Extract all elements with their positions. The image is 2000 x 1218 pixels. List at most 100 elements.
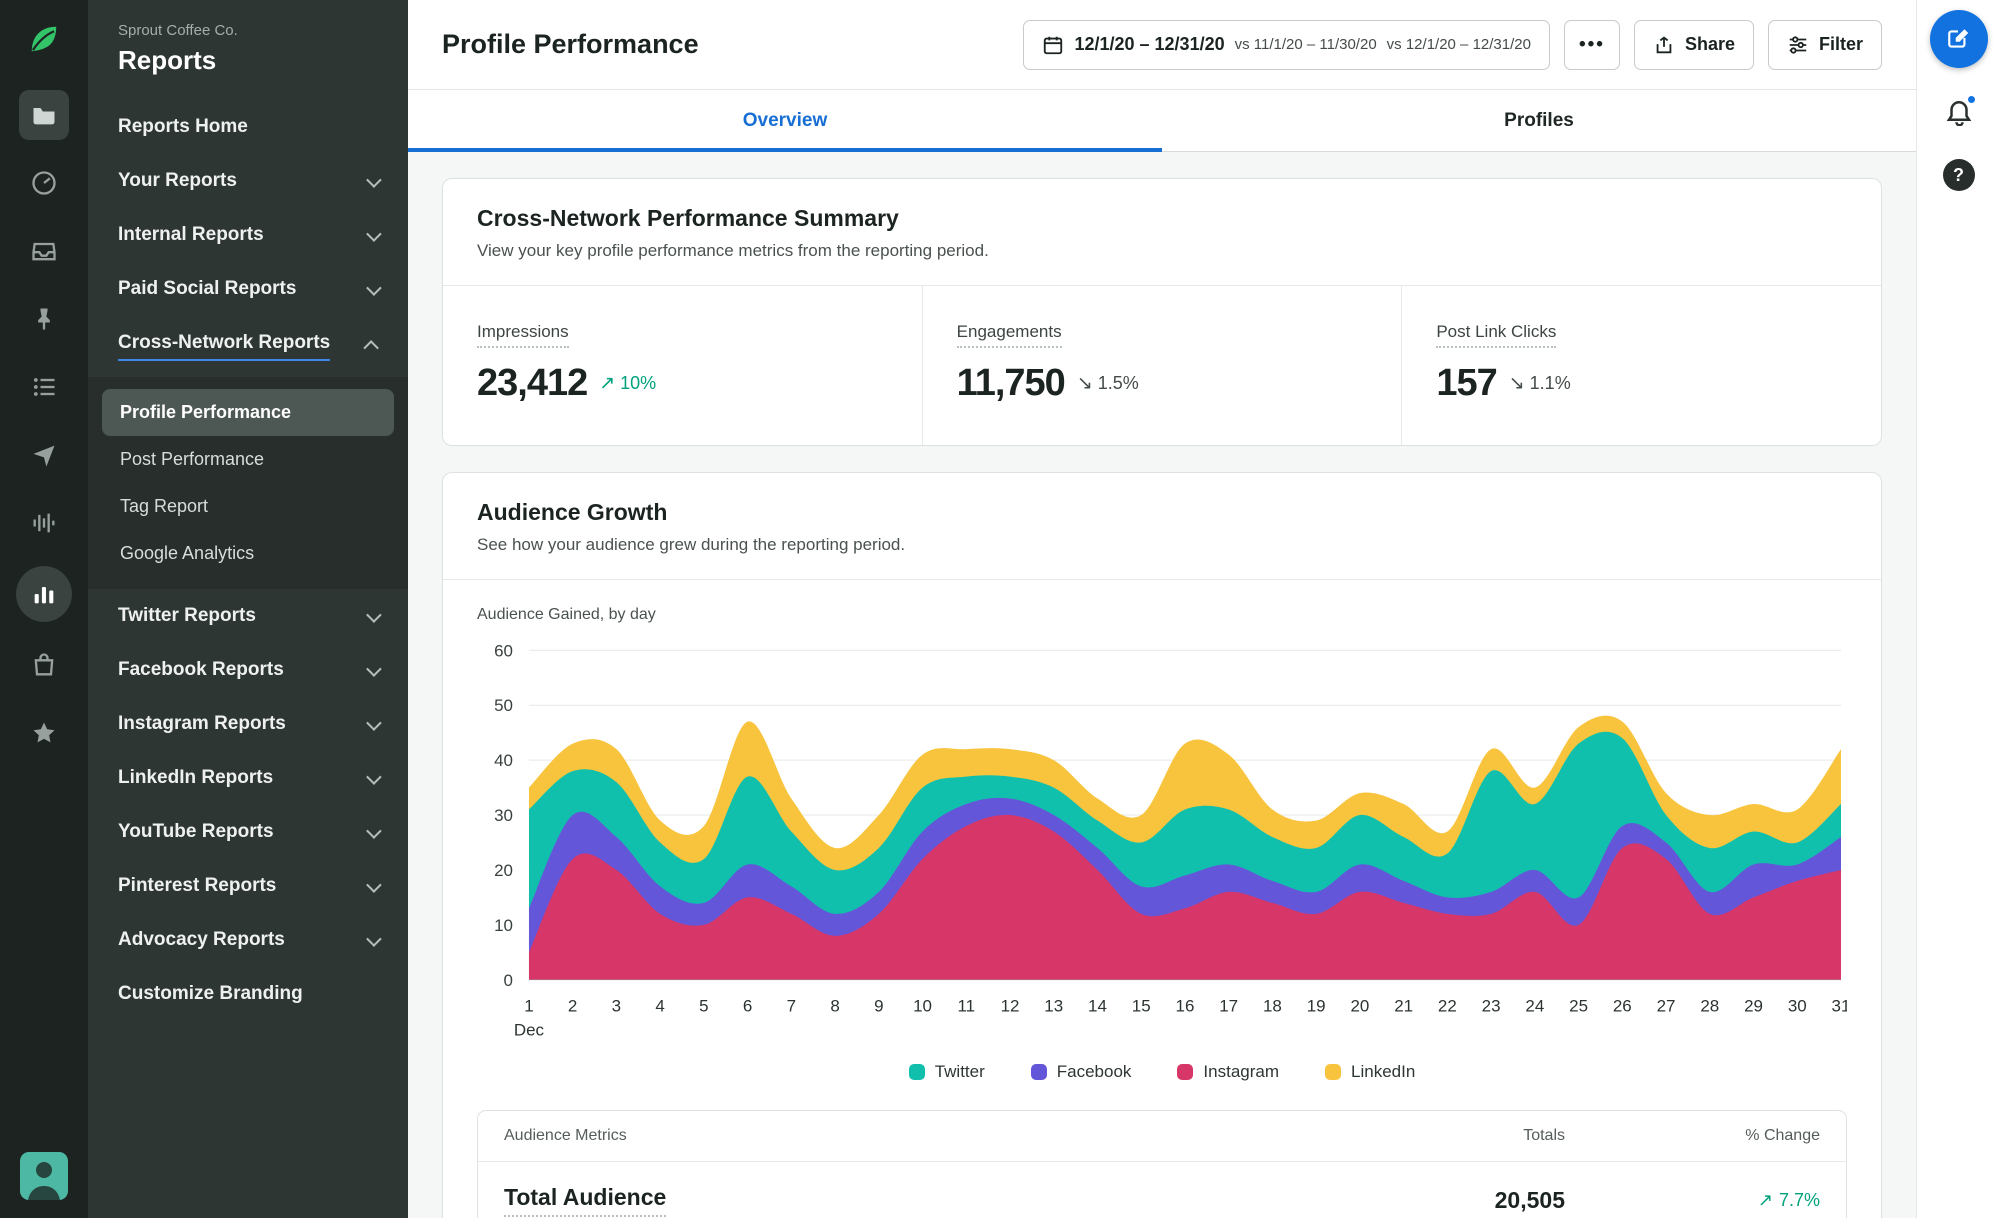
legend-item-instagram[interactable]: Instagram xyxy=(1177,1062,1279,1082)
bag-icon xyxy=(34,653,54,676)
table-header-totals: Totals xyxy=(1523,1127,1565,1144)
metric-label[interactable]: Post Link Clicks xyxy=(1436,322,1557,348)
chevron-up-icon xyxy=(363,340,379,356)
tab-overview[interactable]: Overview xyxy=(408,90,1162,152)
sidebar-item-label: Customize Branding xyxy=(118,983,303,1004)
sidebar-item-internal-reports[interactable]: Internal Reports xyxy=(88,208,408,262)
rail-list-button[interactable] xyxy=(19,362,69,412)
sidebar-item-label: Advocacy Reports xyxy=(118,929,285,950)
sidebar-subitem-tag-report[interactable]: Tag Report xyxy=(102,483,394,530)
metric-value: 23,412 xyxy=(477,362,588,404)
report-tabs: Overview Profiles xyxy=(408,90,1916,152)
sidebar-item-label: LinkedIn Reports xyxy=(118,767,274,788)
audience-growth-header: Audience Growth See how your audience gr… xyxy=(443,473,1881,580)
compose-pencil-icon xyxy=(1947,29,1968,48)
sidebar-subitem-profile-performance[interactable]: Profile Performance xyxy=(102,389,394,436)
main-panel: Profile Performance 12/1/20 – 12/31/20 v… xyxy=(408,0,1916,1218)
date-range-compare-2: vs 12/1/20 – 12/31/20 xyxy=(1386,36,1531,53)
chevron-down-icon xyxy=(366,822,382,839)
rail-reviews-button[interactable] xyxy=(19,708,69,758)
pin-icon xyxy=(38,308,50,330)
legend-item-twitter[interactable]: Twitter xyxy=(908,1062,985,1082)
calendar-icon xyxy=(1044,36,1063,54)
compose-button[interactable] xyxy=(1929,10,1988,68)
rail-folder-button[interactable] xyxy=(19,90,69,140)
rail-inbox-button[interactable] xyxy=(19,226,69,276)
chevron-down-icon xyxy=(366,714,382,731)
inbox-icon xyxy=(32,242,56,261)
subitem-label: Google Analytics xyxy=(120,543,255,563)
star-icon xyxy=(33,722,55,743)
date-range-compare-1: vs 11/1/20 – 11/30/20 xyxy=(1234,36,1377,53)
sprout-logo[interactable] xyxy=(21,16,67,62)
filter-button[interactable]: Filter xyxy=(1767,19,1882,70)
share-button[interactable]: Share xyxy=(1633,19,1754,70)
svg-text:30: 30 xyxy=(494,806,513,825)
svg-text:31: 31 xyxy=(1832,997,1847,1016)
user-avatar[interactable] xyxy=(20,1152,68,1200)
rail-reports-button[interactable] xyxy=(16,566,72,622)
sidebar-item-customize-branding[interactable]: Customize Branding xyxy=(88,967,408,1021)
notifications-button[interactable] xyxy=(1944,94,1977,131)
legend-item-linkedin[interactable]: LinkedIn xyxy=(1325,1062,1415,1082)
sidebar-item-youtube-reports[interactable]: YouTube Reports xyxy=(88,805,408,859)
filter-icon xyxy=(1789,35,1807,54)
total-audience-label[interactable]: Total Audience xyxy=(504,1184,667,1217)
sidebar-item-reports-home[interactable]: Reports Home xyxy=(88,100,408,154)
sprout-leaf-icon xyxy=(31,26,57,52)
help-button[interactable]: ? xyxy=(1942,159,1975,191)
svg-text:11: 11 xyxy=(957,997,975,1016)
date-range-button[interactable]: 12/1/20 – 12/31/20 vs 11/1/20 – 11/30/20… xyxy=(1023,19,1550,70)
folder-icon xyxy=(33,108,55,125)
svg-text:20: 20 xyxy=(494,861,513,880)
metric-label[interactable]: Engagements xyxy=(956,322,1062,348)
sidebar-title: Reports xyxy=(118,45,217,75)
rail-commerce-button[interactable] xyxy=(19,640,69,690)
rail-pin-button[interactable] xyxy=(19,294,69,344)
chevron-down-icon xyxy=(366,930,382,947)
metric-label[interactable]: Impressions xyxy=(477,322,569,348)
company-name: Sprout Coffee Co. xyxy=(118,22,238,39)
rail-listening-button[interactable] xyxy=(19,498,69,548)
svg-text:24: 24 xyxy=(1525,997,1544,1016)
header-actions: 12/1/20 – 12/31/20 vs 11/1/20 – 11/30/20… xyxy=(1023,19,1882,70)
svg-text:40: 40 xyxy=(494,751,513,770)
ellipsis-icon: ••• xyxy=(1578,33,1605,55)
app-icon-rail xyxy=(0,0,88,1218)
sidebar-item-twitter-reports[interactable]: Twitter Reports xyxy=(88,589,408,643)
sidebar-item-facebook-reports[interactable]: Facebook Reports xyxy=(88,643,408,697)
audience-growth-subtitle: See how your audience grew during the re… xyxy=(477,535,906,554)
svg-text:50: 50 xyxy=(494,696,513,715)
rail-publishing-button[interactable] xyxy=(19,430,69,480)
sidebar-item-linkedin-reports[interactable]: LinkedIn Reports xyxy=(88,751,408,805)
metric-impressions: Impressions 23,412 ↗ 10% xyxy=(443,286,922,445)
sidebar-item-instagram-reports[interactable]: Instagram Reports xyxy=(88,697,408,751)
sidebar-item-label: Internal Reports xyxy=(118,224,264,245)
rail-dashboard-button[interactable] xyxy=(19,158,69,208)
cross-network-submenu: Profile Performance Post Performance Tag… xyxy=(88,377,408,589)
sidebar-subitem-post-performance[interactable]: Post Performance xyxy=(102,436,394,483)
svg-text:23: 23 xyxy=(1482,997,1501,1016)
sidebar-subitem-google-analytics[interactable]: Google Analytics xyxy=(102,530,394,577)
sidebar-item-cross-network-reports[interactable]: Cross-Network Reports xyxy=(88,316,408,377)
sidebar-item-pinterest-reports[interactable]: Pinterest Reports xyxy=(88,859,408,913)
sidebar-item-label: YouTube Reports xyxy=(118,821,274,842)
svg-text:60: 60 xyxy=(494,641,513,660)
svg-text:3: 3 xyxy=(612,997,621,1016)
sidebar-item-your-reports[interactable]: Your Reports xyxy=(88,154,408,208)
chevron-down-icon xyxy=(366,768,382,785)
tab-profiles[interactable]: Profiles xyxy=(1162,90,1916,151)
sidebar-item-paid-social-reports[interactable]: Paid Social Reports xyxy=(88,262,408,316)
more-options-button[interactable]: ••• xyxy=(1563,19,1620,70)
metric-value: 11,750 xyxy=(956,362,1066,404)
svg-text:27: 27 xyxy=(1657,997,1676,1016)
legend-item-facebook[interactable]: Facebook xyxy=(1030,1062,1131,1082)
app-window: Sprout Coffee Co. Reports Reports Home Y… xyxy=(0,0,2000,1218)
svg-text:21: 21 xyxy=(1394,997,1413,1016)
chevron-down-icon xyxy=(366,279,382,296)
audience-growth-title: Audience Growth xyxy=(477,499,668,525)
svg-text:2: 2 xyxy=(568,997,577,1016)
chevron-down-icon xyxy=(366,876,382,893)
chevron-down-icon xyxy=(366,171,382,188)
sidebar-item-advocacy-reports[interactable]: Advocacy Reports xyxy=(88,913,408,967)
